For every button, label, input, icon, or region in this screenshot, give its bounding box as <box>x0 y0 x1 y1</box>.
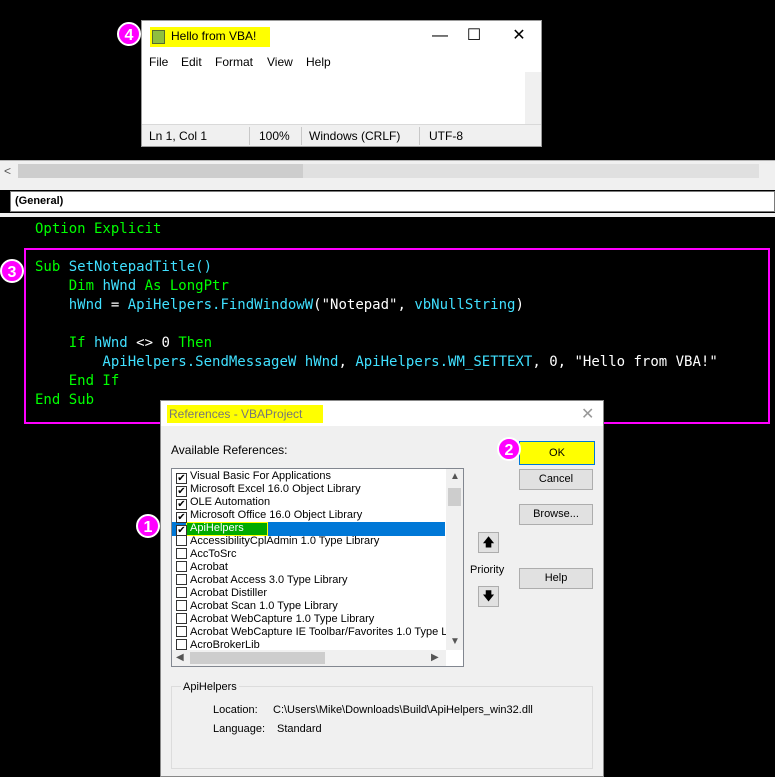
reference-checkbox[interactable] <box>176 639 187 650</box>
menu-file[interactable]: File <box>149 55 168 69</box>
editor-horizontal-scrollbar[interactable]: < <box>0 160 775 182</box>
scroll-left-icon[interactable]: ◀ <box>176 652 184 663</box>
reference-item[interactable]: AccessibilityCplAdmin 1.0 Type Library <box>176 535 379 548</box>
status-divider <box>301 127 302 145</box>
references-dialog: References - VBAProject ✕ Available Refe… <box>160 400 604 777</box>
reference-checkbox[interactable] <box>176 548 187 559</box>
location-value: C:\Users\Mike\Downloads\Build\ApiHelpers… <box>273 704 533 716</box>
status-divider <box>419 127 420 145</box>
reference-label: Acrobat Scan 1.0 Type Library <box>190 600 338 612</box>
browse-button[interactable]: Browse... <box>519 504 593 525</box>
notepad-menu-bar: File Edit Format View Help <box>142 52 541 72</box>
notepad-title-bar[interactable]: Hello from VBA! — ☐ ✕ <box>142 21 541 52</box>
reference-label: AccessibilityCplAdmin 1.0 Type Library <box>190 535 380 547</box>
reference-label: AccToSrc <box>190 548 237 560</box>
dialog-title-bar[interactable]: References - VBAProject ✕ <box>161 401 603 426</box>
location-label: Location: <box>213 704 258 716</box>
reference-item[interactable]: Acrobat Scan 1.0 Type Library <box>176 600 338 613</box>
reference-item[interactable]: ✔ Microsoft Excel 16.0 Object Library <box>176 483 361 497</box>
list-horizontal-thumb[interactable] <box>190 652 325 664</box>
reference-checkbox[interactable] <box>176 613 187 624</box>
annotation-badge-1: 1 <box>136 514 160 538</box>
scroll-right-icon[interactable]: ▶ <box>431 652 439 663</box>
notepad-window: Hello from VBA! — ☐ ✕ File Edit Format V… <box>141 20 542 147</box>
status-line-ending: Windows (CRLF) <box>309 129 401 143</box>
reference-checkbox[interactable] <box>176 587 187 598</box>
group-title: ApiHelpers <box>181 681 239 693</box>
scroll-thumb[interactable] <box>18 164 303 178</box>
reference-label: Visual Basic For Applications <box>190 470 332 482</box>
reference-checkbox[interactable] <box>176 561 187 572</box>
object-combo-value: (General) <box>15 195 64 207</box>
notepad-status-bar: Ln 1, Col 1 100% Windows (CRLF) UTF-8 <box>142 124 541 146</box>
reference-checkbox[interactable] <box>176 626 187 637</box>
reference-label: Microsoft Excel 16.0 Object Library <box>190 483 361 495</box>
reference-item[interactable]: Acrobat WebCapture 1.0 Type Library <box>176 613 374 626</box>
language-label: Language: <box>213 723 265 735</box>
help-button[interactable]: Help <box>519 568 593 589</box>
close-icon[interactable]: ✕ <box>581 404 594 424</box>
priority-down-button[interactable]: 🡇 <box>478 586 499 607</box>
reference-item[interactable]: ✔ Microsoft Office 16.0 Object Library <box>176 509 363 523</box>
menu-help[interactable]: Help <box>306 55 331 69</box>
priority-up-button[interactable]: 🡅 <box>478 532 499 553</box>
reference-item[interactable]: Acrobat WebCapture IE Toolbar/Favorites … <box>176 626 447 639</box>
ok-button[interactable]: OK <box>519 441 595 465</box>
notepad-title: Hello from VBA! <box>171 29 257 43</box>
available-references-label: Available References: <box>171 443 288 457</box>
dialog-title: References - VBAProject <box>169 407 303 421</box>
reference-label: Acrobat <box>190 561 228 573</box>
list-vertical-thumb[interactable] <box>448 488 461 506</box>
menu-view[interactable]: View <box>267 55 293 69</box>
reference-item[interactable]: Acrobat <box>176 561 228 574</box>
reference-label: ApiHelpers <box>190 522 244 534</box>
keyword: Option Explicit <box>35 221 162 237</box>
reference-item[interactable]: ✔ Visual Basic For Applications <box>176 470 332 484</box>
reference-label: Microsoft Office 16.0 Object Library <box>190 509 363 521</box>
status-encoding: UTF-8 <box>429 129 463 143</box>
notepad-text-area[interactable] <box>142 72 541 124</box>
reference-item[interactable]: AccToSrc <box>176 548 236 561</box>
notepad-icon <box>152 30 165 44</box>
reference-label: Acrobat WebCapture 1.0 Type Library <box>190 613 375 625</box>
menu-edit[interactable]: Edit <box>181 55 202 69</box>
maximize-icon[interactable]: ☐ <box>459 27 489 47</box>
scroll-left-icon[interactable]: < <box>4 164 11 178</box>
reference-label: Acrobat Access 3.0 Type Library <box>190 574 348 586</box>
notepad-vertical-scrollbar[interactable] <box>525 72 541 124</box>
reference-item[interactable]: ✔ ApiHelpers <box>176 522 244 536</box>
scroll-down-icon[interactable]: ▼ <box>450 636 460 647</box>
code-line[interactable]: Option Explicit <box>35 221 161 237</box>
reference-label: OLE Automation <box>190 496 271 508</box>
reference-item[interactable]: ✔ OLE Automation <box>176 496 271 510</box>
references-list[interactable]: ✔ Visual Basic For Applications ✔ Microsoft… <box>171 468 464 667</box>
editor-divider <box>0 213 775 217</box>
scroll-up-icon[interactable]: ▲ <box>450 471 460 482</box>
menu-format[interactable]: Format <box>215 55 253 69</box>
reference-item[interactable]: Acrobat Distiller <box>176 587 267 600</box>
editor-divider <box>0 182 775 190</box>
reference-label: Acrobat WebCapture IE Toolbar/Favorites … <box>190 626 448 638</box>
annotation-badge-2: 2 <box>497 437 521 461</box>
annotation-box-code <box>24 248 770 424</box>
status-divider <box>249 127 250 145</box>
language-value: Standard <box>277 723 322 735</box>
reference-item[interactable]: Acrobat Access 3.0 Type Library <box>176 574 348 587</box>
reference-checkbox[interactable] <box>176 535 187 546</box>
minimize-icon[interactable]: — <box>425 27 455 47</box>
reference-checkbox[interactable] <box>176 574 187 585</box>
reference-label: Acrobat Distiller <box>190 587 268 599</box>
cancel-button[interactable]: Cancel <box>519 469 593 490</box>
reference-checkbox[interactable] <box>176 600 187 611</box>
object-combo[interactable]: (General) <box>10 191 775 212</box>
status-position: Ln 1, Col 1 <box>149 129 208 143</box>
annotation-badge-3: 3 <box>0 259 24 283</box>
annotation-badge-4: 4 <box>117 22 141 46</box>
priority-label: Priority <box>470 564 505 576</box>
close-icon[interactable]: ✕ <box>504 27 534 47</box>
status-zoom: 100% <box>259 129 290 143</box>
